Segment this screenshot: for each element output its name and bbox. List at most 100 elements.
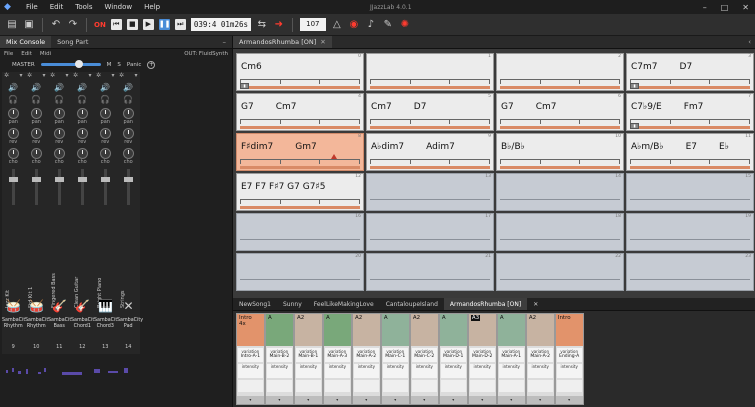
next-button[interactable]: ⏭ (174, 19, 186, 30)
record-icon[interactable]: ◉ (348, 19, 360, 31)
volume-fader[interactable] (8, 169, 18, 205)
chorus-knob[interactable] (122, 148, 134, 159)
arrow-icon[interactable]: ➜ (273, 19, 285, 31)
bar-cell[interactable]: A♭dim7 Adim7 9 (366, 133, 494, 171)
panic-button[interactable]: Panic (127, 62, 141, 68)
chord-symbol[interactable]: E7 F7 F♯7 G7 G7♯5 (241, 182, 326, 192)
bar-cell[interactable]: 1 (366, 53, 494, 91)
headphone-icon[interactable]: 🎧 (117, 94, 140, 106)
chord-symbol[interactable]: D7 (414, 102, 427, 112)
intensity-field[interactable]: intensity (527, 364, 553, 378)
reverb-knob[interactable] (30, 128, 42, 139)
part-control[interactable] (295, 380, 321, 392)
master-mute-button[interactable]: M (107, 62, 112, 68)
chorus-knob[interactable] (99, 148, 111, 159)
intensity-field[interactable]: intensity (238, 364, 263, 378)
variation-field[interactable]: variation Main-C-1 (382, 348, 408, 362)
song-part[interactable]: A variation Main-C-1 intensity ▾ (380, 313, 410, 405)
reverb-knob[interactable] (76, 128, 88, 139)
save-icon[interactable]: ▣ (23, 19, 35, 31)
bar-cell[interactable]: C7m7 D7 3 ▮ (626, 53, 754, 91)
pan-knob[interactable] (30, 108, 42, 119)
speaker-icon[interactable]: 🔊 (2, 82, 25, 94)
tab-song-editor[interactable]: ArmandosRhumba [ON] ✕ (233, 36, 332, 48)
chord-symbol[interactable]: G7 (501, 102, 514, 112)
reverb-knob[interactable] (99, 128, 111, 139)
song-tab[interactable]: NewSong1 (233, 298, 277, 310)
part-control[interactable] (266, 380, 292, 392)
variation-field[interactable]: variation Main-A-3 (324, 348, 350, 362)
gear-icon[interactable]: ✲ (4, 72, 9, 82)
bar-cell[interactable]: 19 (626, 213, 754, 251)
headphone-icon[interactable]: 🎧 (94, 94, 117, 106)
part-control[interactable] (498, 380, 524, 392)
section-marker-icon[interactable]: ▮ (630, 83, 639, 89)
variation-field[interactable]: variation Intro-A-1 (238, 348, 263, 362)
chorus-knob[interactable] (76, 148, 88, 159)
chord-symbol[interactable]: E7 (686, 142, 697, 152)
bar-cell[interactable]: G7 Cm7 6 (496, 93, 624, 131)
intensity-field[interactable]: intensity (469, 364, 495, 378)
bar-cell[interactable]: 23 (626, 253, 754, 291)
bar-cell[interactable]: 13 (366, 173, 494, 211)
reverb-knob[interactable] (7, 128, 19, 139)
chord-symbol[interactable]: C7♭9/E (631, 102, 662, 112)
chord-symbol[interactable]: A♭m/B♭ (631, 142, 664, 152)
pan-knob[interactable] (99, 108, 111, 119)
song-part[interactable]: Intro 4x variation Intro-A-1 intensity ▾ (236, 313, 265, 405)
mixer-menu-edit[interactable]: Edit (21, 51, 32, 57)
chord-symbol[interactable]: B♭/B♭ (501, 142, 525, 152)
loop-icon[interactable]: ⇆ (256, 19, 268, 31)
part-control[interactable] (440, 380, 466, 392)
menu-icon[interactable]: ▾ (42, 72, 45, 82)
intensity-field[interactable]: intensity (556, 364, 582, 378)
gear-icon[interactable]: ✲ (27, 72, 32, 82)
master-solo-button[interactable]: S (117, 62, 121, 68)
pan-knob[interactable] (53, 108, 65, 119)
headphone-icon[interactable]: 🎧 (2, 94, 25, 106)
chorus-knob[interactable] (7, 148, 19, 159)
intensity-field[interactable]: intensity (324, 364, 350, 378)
variation-field[interactable]: variation Main-B-2 (266, 348, 292, 362)
variation-field[interactable]: variation Main-D-2 (469, 348, 495, 362)
gear-icon[interactable]: ✲ (119, 72, 124, 82)
bar-cell[interactable]: E7 F7 F♯7 G7 G7♯5 12 (236, 173, 364, 211)
add-channel-icon[interactable]: + (147, 60, 156, 69)
volume-fader[interactable] (54, 169, 64, 205)
song-part[interactable]: A2 variation Main-C-2 intensity ▾ (409, 313, 439, 405)
menu-window[interactable]: Window (105, 3, 133, 11)
headphone-icon[interactable]: 🎧 (71, 94, 94, 106)
bar-cell[interactable]: 20 (236, 253, 364, 291)
menu-icon[interactable]: ▾ (111, 72, 114, 82)
play-button[interactable]: ▶ (142, 19, 154, 30)
song-tab[interactable]: ArmandosRhumba [ON] (443, 298, 528, 310)
chord-symbol[interactable]: Cm7 (536, 102, 557, 112)
bar-cell[interactable]: 22 (496, 253, 624, 291)
mixer-menu-midi[interactable]: Midi (40, 51, 51, 57)
variation-field[interactable]: variation Ending-A (556, 348, 582, 362)
master-volume-slider[interactable] (40, 60, 101, 68)
menu-help[interactable]: Help (144, 3, 160, 11)
rewind-button[interactable]: ⏮ (110, 19, 122, 30)
speaker-icon[interactable]: 🔊 (48, 82, 71, 94)
menu-icon[interactable]: ▾ (65, 72, 68, 82)
intensity-field[interactable]: intensity (295, 364, 321, 378)
minimize-panel-icon[interactable]: – (223, 36, 233, 48)
bar-cell[interactable]: B♭/B♭ 10 (496, 133, 624, 171)
bar-cell[interactable]: 18 (496, 213, 624, 251)
chord-symbol[interactable]: Cm7 (276, 102, 297, 112)
variation-field[interactable]: variation Main-D-1 (440, 348, 466, 362)
song-part[interactable]: A variation Main-D-1 intensity ▾ (438, 313, 468, 405)
bar-cell[interactable]: A♭m/B♭ E7 E♭ 11 (626, 133, 754, 171)
volume-fader[interactable] (31, 169, 41, 205)
chord-symbol[interactable]: A♭dim7 (371, 142, 404, 152)
song-part[interactable]: A variation Main-A-1 intensity ▾ (496, 313, 526, 405)
intensity-field[interactable]: intensity (382, 364, 408, 378)
tab-mix-console[interactable]: Mix Console (0, 36, 52, 48)
maximize-icon[interactable]: □ (721, 3, 729, 12)
variation-field[interactable]: variation Main-A-1 (498, 348, 524, 362)
section-marker-icon[interactable]: ▮ (630, 123, 639, 129)
song-tab[interactable]: CantaloupeIsland (380, 298, 444, 310)
pause-button[interactable]: ❚❚ (158, 19, 171, 30)
part-control[interactable] (324, 380, 350, 392)
